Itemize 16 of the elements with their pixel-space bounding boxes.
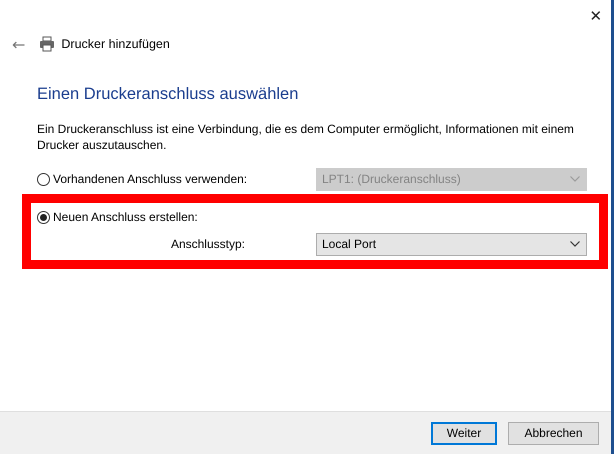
radio-button[interactable]	[37, 172, 50, 186]
description-text: Ein Druckeranschluss ist eine Verbindung, die es dem Computer ermöglicht, Informationen mit einem Drucker auszutauschen.	[37, 121, 575, 153]
chevron-down-icon	[570, 176, 580, 182]
close-button[interactable]: ✕	[581, 0, 611, 28]
radio-label: Vorhandenen Anschluss verwenden:	[53, 172, 248, 186]
field-label: Anschlusstyp:	[170, 237, 245, 251]
chevron-down-icon	[570, 241, 580, 247]
printer-icon	[39, 36, 56, 52]
window-title: Drucker hinzufügen	[61, 37, 170, 51]
radio-button[interactable]	[37, 210, 50, 224]
dialog-button[interactable]: Abbrechen	[508, 422, 599, 444]
back-button[interactable]: ←	[6, 34, 32, 54]
radio-label: Neuen Anschluss erstellen:	[53, 210, 198, 224]
port-dropdown[interactable]: Local Port	[316, 232, 587, 256]
dialog-button[interactable]: Weiter	[431, 422, 497, 444]
page-heading: Einen Druckeranschluss auswählen	[37, 85, 300, 104]
